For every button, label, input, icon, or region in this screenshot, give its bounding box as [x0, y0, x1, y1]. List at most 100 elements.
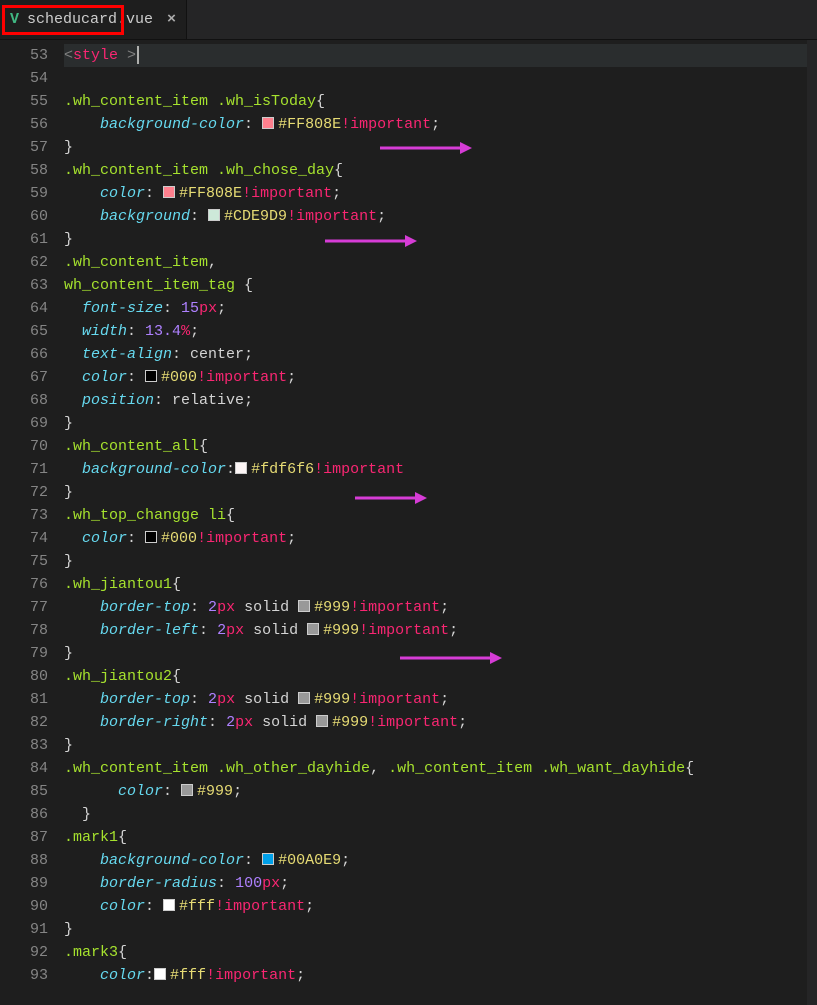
code-line[interactable]: position: relative;: [64, 389, 817, 412]
token-brace: {: [685, 760, 694, 777]
code-line[interactable]: border-top: 2px solid #999!important;: [64, 688, 817, 711]
line-number: 80: [0, 665, 48, 688]
code-line[interactable]: .wh_jiantou2{: [64, 665, 817, 688]
line-number: 78: [0, 619, 48, 642]
token-punct: :: [190, 599, 208, 616]
token-punct: :: [145, 898, 163, 915]
line-number: 79: [0, 642, 48, 665]
code-line[interactable]: width: 13.4%;: [64, 320, 817, 343]
token-punct: :: [127, 530, 145, 547]
token-imp: !important: [215, 898, 305, 915]
token-imp: !important: [314, 461, 404, 478]
token-punct: ;: [244, 346, 253, 363]
code-line[interactable]: color: #FF808E!important;: [64, 182, 817, 205]
token-hex: #FF808E: [278, 116, 341, 133]
code-line[interactable]: }: [64, 642, 817, 665]
line-number: 76: [0, 573, 48, 596]
code-line[interactable]: color: #000!important;: [64, 366, 817, 389]
token-selector: .wh_content_all: [64, 438, 199, 455]
token-prop: color: [100, 185, 145, 202]
line-number: 75: [0, 550, 48, 573]
token-brace: }: [64, 737, 73, 754]
code-line[interactable]: .wh_content_item,: [64, 251, 817, 274]
code-line[interactable]: }: [64, 136, 817, 159]
file-tab-scheducard[interactable]: V scheducard.vue ×: [0, 0, 187, 39]
token-num: 2: [217, 622, 226, 639]
token-punct: ;: [332, 185, 341, 202]
token-unit: px: [262, 875, 280, 892]
code-line[interactable]: border-radius: 100px;: [64, 872, 817, 895]
token-punct: ;: [280, 875, 289, 892]
token-prop: border-right: [100, 714, 208, 731]
code-line[interactable]: .mark3{: [64, 941, 817, 964]
code-content[interactable]: <style > .wh_content_item .wh_isToday{ ba…: [64, 40, 817, 1005]
close-tab-icon[interactable]: ×: [167, 11, 176, 28]
code-line[interactable]: border-top: 2px solid #999!important;: [64, 596, 817, 619]
code-line[interactable]: .wh_jiantou1{: [64, 573, 817, 596]
token-num: 13.4: [145, 323, 181, 340]
code-line[interactable]: background: #CDE9D9!important;: [64, 205, 817, 228]
code-line[interactable]: border-left: 2px solid #999!important;: [64, 619, 817, 642]
color-swatch: [235, 462, 247, 474]
token-punct: ;: [244, 392, 253, 409]
token-unit: px: [235, 714, 253, 731]
token-angle: <: [64, 47, 73, 64]
token-brace: }: [64, 553, 73, 570]
token-brace: {: [334, 162, 343, 179]
code-line[interactable]: }: [64, 734, 817, 757]
code-line[interactable]: }: [64, 228, 817, 251]
code-line[interactable]: wh_content_item_tag {: [64, 274, 817, 297]
line-number: 60: [0, 205, 48, 228]
line-number: 63: [0, 274, 48, 297]
code-line[interactable]: color: #000!important;: [64, 527, 817, 550]
code-line[interactable]: }: [64, 918, 817, 941]
token-brace: {: [118, 944, 127, 961]
line-number: 65: [0, 320, 48, 343]
code-line[interactable]: color: #999;: [64, 780, 817, 803]
code-line[interactable]: color: #fff!important;: [64, 895, 817, 918]
line-number: 67: [0, 366, 48, 389]
code-line[interactable]: .wh_top_changge li{: [64, 504, 817, 527]
token-punct: :: [145, 967, 154, 984]
line-number: 66: [0, 343, 48, 366]
color-swatch: [298, 600, 310, 612]
code-line[interactable]: .wh_content_item .wh_other_dayhide, .wh_…: [64, 757, 817, 780]
token-hex: #999: [332, 714, 368, 731]
code-line[interactable]: }: [64, 481, 817, 504]
code-line[interactable]: text-align: center;: [64, 343, 817, 366]
code-line[interactable]: .wh_content_all{: [64, 435, 817, 458]
token-prop: border-top: [100, 599, 190, 616]
code-editor[interactable]: 5354555657585960616263646566676869707172…: [0, 40, 817, 1005]
line-number: 92: [0, 941, 48, 964]
editor-tab-bar: V scheducard.vue ×: [0, 0, 817, 40]
token-punct: ;: [287, 530, 296, 547]
code-line[interactable]: <style >: [64, 44, 817, 67]
token-hex: #fdf6f6: [251, 461, 314, 478]
code-line[interactable]: background-color: #00A0E9;: [64, 849, 817, 872]
code-line[interactable]: font-size: 15px;: [64, 297, 817, 320]
token-punct: :: [163, 783, 181, 800]
token-prop: color: [100, 967, 145, 984]
line-number: 73: [0, 504, 48, 527]
code-line[interactable]: .wh_content_item .wh_isToday{: [64, 90, 817, 113]
code-line[interactable]: background-color:#fdf6f6!important: [64, 458, 817, 481]
token-hex: #999: [197, 783, 233, 800]
token-imp: !important: [287, 208, 377, 225]
code-line[interactable]: .wh_content_item .wh_chose_day{: [64, 159, 817, 182]
code-line[interactable]: }: [64, 412, 817, 435]
code-line[interactable]: }: [64, 803, 817, 826]
code-line[interactable]: border-right: 2px solid #999!important;: [64, 711, 817, 734]
token-hex: #000: [161, 530, 197, 547]
code-line[interactable]: .mark1{: [64, 826, 817, 849]
line-number: 83: [0, 734, 48, 757]
token-kw: solid: [253, 714, 316, 731]
token-punct: :: [199, 622, 217, 639]
minimap-scrollbar[interactable]: [807, 40, 817, 1005]
token-kw: solid: [244, 622, 307, 639]
code-line[interactable]: [64, 67, 817, 90]
code-line[interactable]: background-color: #FF808E!important;: [64, 113, 817, 136]
line-number: 82: [0, 711, 48, 734]
code-line[interactable]: }: [64, 550, 817, 573]
token-punct: :: [226, 461, 235, 478]
code-line[interactable]: color:#fff!important;: [64, 964, 817, 987]
